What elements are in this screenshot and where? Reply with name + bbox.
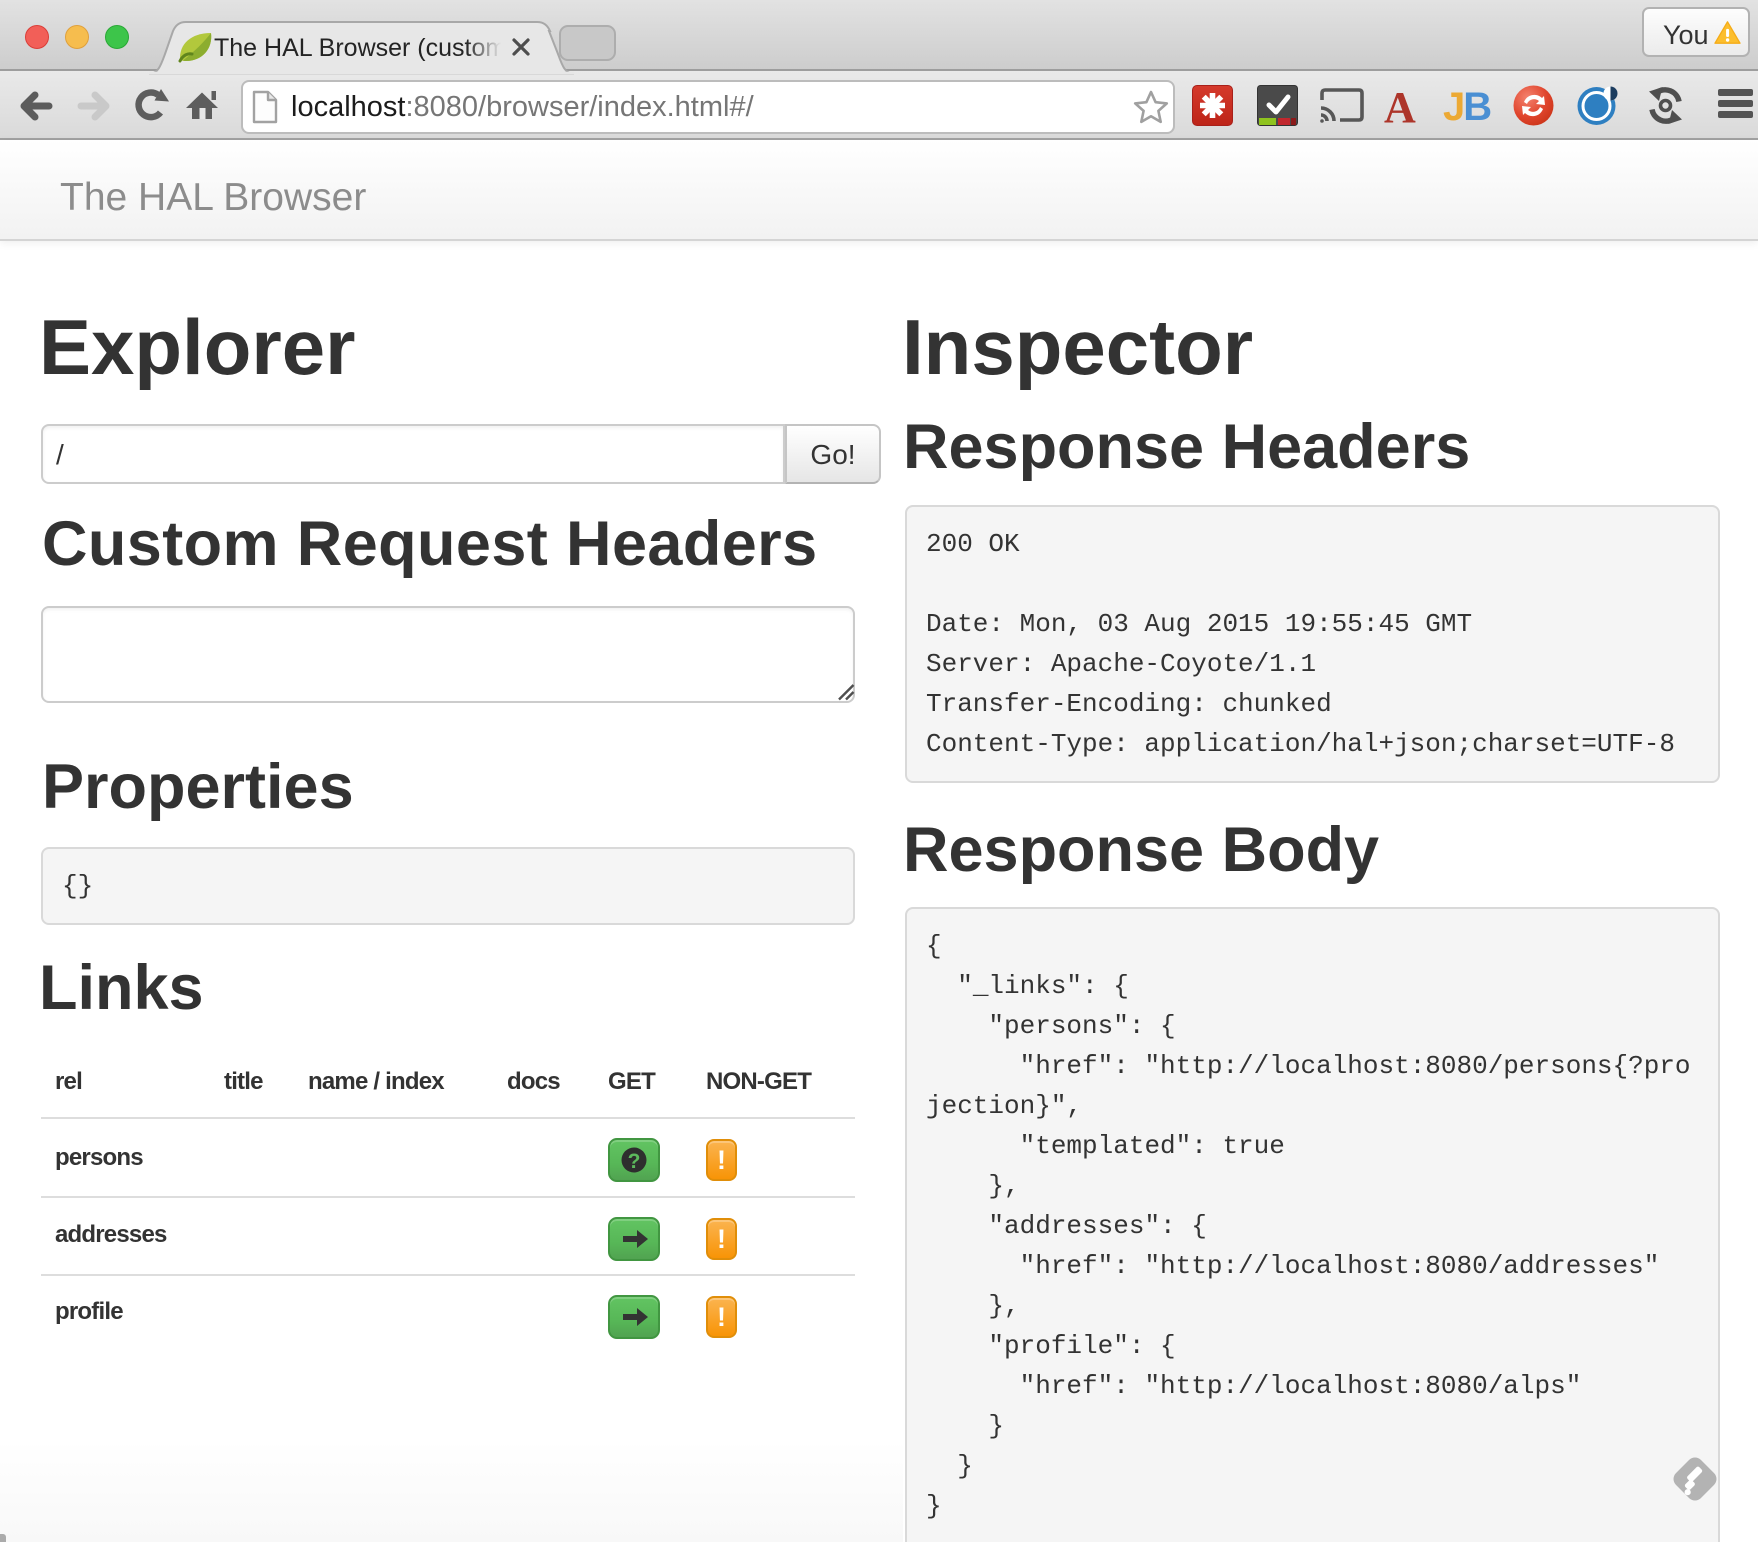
svg-text:?: ? <box>628 1150 641 1173</box>
